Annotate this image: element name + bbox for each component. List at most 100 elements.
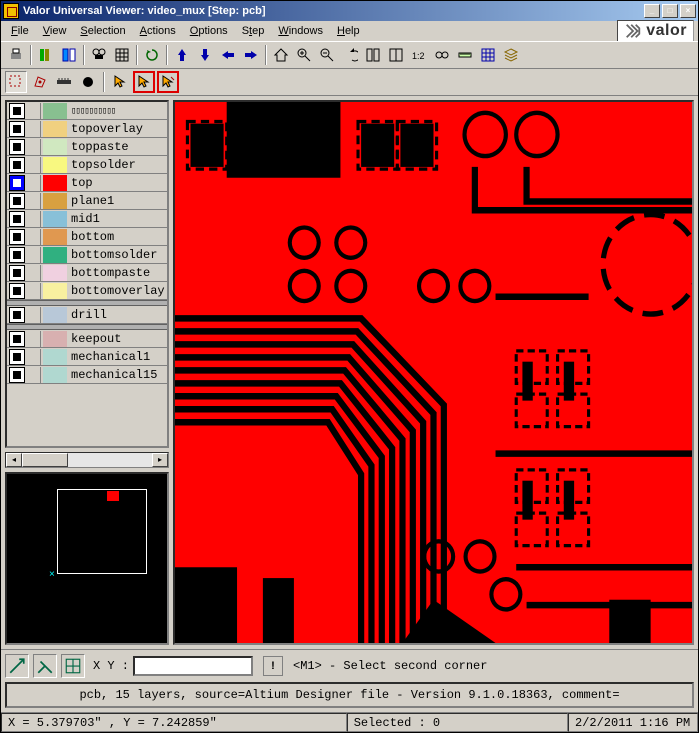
layer-color-swatch[interactable] [43, 265, 67, 281]
layer-visibility-toggle[interactable] [9, 349, 25, 365]
find-icon[interactable] [88, 44, 110, 66]
home-icon[interactable] [270, 44, 292, 66]
arrow-right-icon[interactable] [240, 44, 262, 66]
menu-view[interactable]: View [37, 23, 73, 39]
layer-visibility-toggle[interactable] [9, 331, 25, 347]
binoculars-icon[interactable] [431, 44, 453, 66]
ratio-icon[interactable]: 1:2 [408, 44, 430, 66]
layer-color-swatch[interactable] [43, 139, 67, 155]
layer-visibility-toggle[interactable] [9, 211, 25, 227]
layer-row-bottom[interactable]: bottom [7, 228, 167, 246]
tool-a-button[interactable] [5, 654, 29, 678]
pointer-icon[interactable] [109, 71, 131, 93]
layer-visibility-toggle[interactable] [9, 103, 25, 119]
refresh-icon[interactable] [141, 44, 163, 66]
split-icon[interactable] [385, 44, 407, 66]
undo-icon[interactable] [339, 44, 361, 66]
layer-color-swatch[interactable] [43, 157, 67, 173]
layer-row-bottompaste[interactable]: bottompaste [7, 264, 167, 282]
layer-row-mid1[interactable]: mid1 [7, 210, 167, 228]
layer-name-label: drill [71, 308, 107, 322]
menu-windows[interactable]: Windows [272, 23, 329, 39]
layer-row-components[interactable]: ▯▯▯▯▯▯▯▯▯▯ [7, 102, 167, 120]
scroll-left-button[interactable]: ◂ [6, 453, 22, 467]
layer-row-mechanical1[interactable]: mechanical1 [7, 348, 167, 366]
maximize-button[interactable]: □ [662, 4, 678, 18]
close-button[interactable]: × [680, 4, 696, 18]
menu-options[interactable]: Options [184, 23, 234, 39]
layer-visibility-toggle[interactable] [9, 247, 25, 263]
layer-name-label: topsolder [71, 158, 136, 172]
layerpair-icon[interactable] [58, 44, 80, 66]
arrow-down-icon[interactable] [194, 44, 216, 66]
layer-visibility-toggle[interactable] [9, 139, 25, 155]
tool-c-button[interactable] [61, 654, 85, 678]
layer-row-bottomoverlay[interactable]: bottomoverlay [7, 282, 167, 300]
compare-icon[interactable] [362, 44, 384, 66]
xy-label: X Y : [93, 659, 129, 673]
layer-row-topoverlay[interactable]: topoverlay [7, 120, 167, 138]
select-poly-icon[interactable] [29, 71, 51, 93]
layer-row-toppaste[interactable]: toppaste [7, 138, 167, 156]
xy-input[interactable] [133, 656, 253, 676]
layer-visibility-toggle[interactable] [9, 367, 25, 383]
overview-map[interactable]: × [5, 472, 169, 645]
zoom-in-icon[interactable] [293, 44, 315, 66]
layer-visibility-toggle[interactable] [9, 229, 25, 245]
pointer-b-icon[interactable] [157, 71, 179, 93]
layer-color-swatch[interactable] [43, 175, 67, 191]
measure-icon[interactable] [53, 71, 75, 93]
layer-visibility-toggle[interactable] [9, 307, 25, 323]
circle-fill-icon[interactable] [77, 71, 99, 93]
menu-file[interactable]: File [5, 23, 35, 39]
layer-visibility-toggle[interactable] [9, 175, 25, 191]
layer-color-swatch[interactable] [43, 247, 67, 263]
menu-help[interactable]: Help [331, 23, 366, 39]
arrow-up-icon[interactable] [171, 44, 193, 66]
layer-row-top[interactable]: top [7, 174, 167, 192]
layer-color-swatch[interactable] [43, 349, 67, 365]
layer-row-keepout[interactable]: keepout [7, 330, 167, 348]
grid2-icon[interactable] [477, 44, 499, 66]
print-icon[interactable] [5, 44, 27, 66]
scroll-thumb[interactable] [22, 453, 68, 467]
menu-step[interactable]: Step [236, 23, 271, 39]
layer-color-swatch[interactable] [43, 211, 67, 227]
layer-list: ▯▯▯▯▯▯▯▯▯▯topoverlaytoppaste topsolder top… [5, 100, 169, 448]
layer-visibility-toggle[interactable] [9, 193, 25, 209]
layer-visibility-toggle[interactable] [9, 121, 25, 137]
layer-row-topsolder[interactable]: topsolder [7, 156, 167, 174]
layer-color-swatch[interactable] [43, 103, 67, 119]
layer-color-swatch[interactable] [43, 367, 67, 383]
layer-color-swatch[interactable] [43, 283, 67, 299]
layer-row-mechanical15[interactable]: mechanical15 [7, 366, 167, 384]
select-rect-icon[interactable] [5, 71, 27, 93]
layer-color-swatch[interactable] [43, 307, 67, 323]
arrow-left-icon[interactable] [217, 44, 239, 66]
layer-visibility-toggle[interactable] [9, 283, 25, 299]
grid-icon[interactable] [111, 44, 133, 66]
scroll-right-button[interactable]: ▸ [152, 453, 168, 467]
layer-row-bottomsolder[interactable]: bottomsolder [7, 246, 167, 264]
layer-visibility-toggle[interactable] [9, 265, 25, 281]
layer-row-drill[interactable]: drill [7, 306, 167, 324]
minimize-button[interactable]: _ [644, 4, 660, 18]
layer-scrollbar-h[interactable]: ◂ ▸ [5, 452, 169, 468]
layer-row-plane1[interactable]: plane1 [7, 192, 167, 210]
pointer-a-icon[interactable] [133, 71, 155, 93]
tool-b-button[interactable] [33, 654, 57, 678]
workarea: ▯▯▯▯▯▯▯▯▯▯topoverlaytoppaste topsolder top… [1, 96, 698, 649]
zoom-out-icon[interactable] [316, 44, 338, 66]
menu-selection[interactable]: Selection [74, 23, 131, 39]
layer-color-swatch[interactable] [43, 121, 67, 137]
layers2-icon[interactable] [500, 44, 522, 66]
layer-color-swatch[interactable] [43, 193, 67, 209]
pcb-canvas[interactable] [173, 100, 694, 645]
layer-color-swatch[interactable] [43, 331, 67, 347]
layers-icon[interactable] [35, 44, 57, 66]
layer-color-swatch[interactable] [43, 229, 67, 245]
menu-actions[interactable]: Actions [134, 23, 182, 39]
layer-visibility-toggle[interactable] [9, 157, 25, 173]
ruler-icon[interactable] [454, 44, 476, 66]
alert-button[interactable]: ! [263, 656, 283, 676]
